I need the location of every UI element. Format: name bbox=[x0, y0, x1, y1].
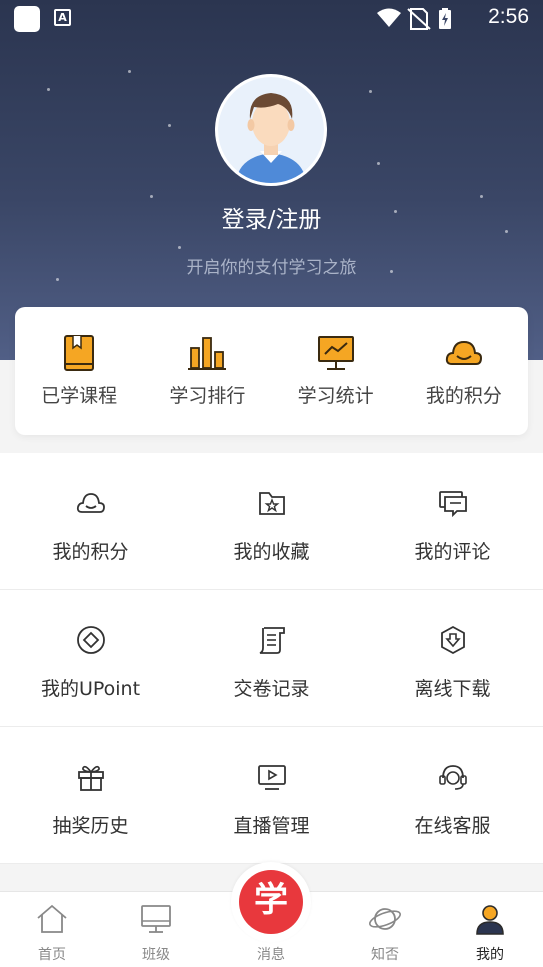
nav-item-mine[interactable]: 我的 bbox=[445, 892, 535, 967]
menu-row: 我的积分 我的收藏 我的评论 bbox=[0, 453, 543, 590]
book-icon bbox=[64, 335, 95, 371]
profile-header: A 2:56 登录/注册 开启你的支付学习之旅 bbox=[0, 0, 543, 360]
scroll-icon bbox=[259, 627, 285, 654]
status-icons bbox=[375, 7, 475, 35]
quick-item-learned-courses[interactable]: 已学课程 bbox=[15, 307, 143, 435]
menu-item-label: 我的UPoint bbox=[40, 678, 141, 700]
bar-chart-icon bbox=[188, 337, 227, 370]
comment-icon bbox=[438, 491, 467, 518]
status-time: 2:56 bbox=[488, 5, 529, 28]
login-register-link[interactable]: 登录/注册 bbox=[0, 200, 543, 234]
star-dot bbox=[150, 195, 153, 198]
gift-icon bbox=[77, 765, 104, 791]
menu-item-label: 在线客服 bbox=[414, 815, 491, 837]
diamond-coin-icon bbox=[76, 626, 105, 654]
menu-item-my-points[interactable]: 我的积分 bbox=[0, 453, 181, 589]
menu-item-label: 交卷记录 bbox=[233, 678, 310, 700]
star-dot bbox=[178, 246, 181, 249]
download-shield-icon bbox=[440, 625, 465, 655]
menu-item-label: 我的收藏 bbox=[233, 541, 310, 563]
star-dot bbox=[47, 88, 50, 91]
star-dot bbox=[369, 90, 372, 93]
menu-item-label: 我的积分 bbox=[52, 541, 129, 563]
menu-row: 抽奖历史 直播管理 在线客服 bbox=[0, 727, 543, 864]
nav-item-classes[interactable]: 班级 bbox=[111, 892, 201, 967]
quick-item-points[interactable]: 我的积分 bbox=[400, 307, 528, 435]
nav-label: 我的 bbox=[476, 947, 504, 963]
monitor-chart-icon bbox=[317, 336, 354, 370]
menu-item-label: 直播管理 bbox=[233, 815, 310, 837]
star-dot bbox=[377, 162, 380, 165]
menu-item-offline-download[interactable]: 离线下载 bbox=[362, 590, 543, 726]
menu-item-label: 抽奖历史 bbox=[52, 815, 129, 837]
menu-item-label: 我的评论 bbox=[414, 541, 491, 563]
nav-item-home[interactable]: 首页 bbox=[7, 892, 97, 967]
menu-item-label: 离线下载 bbox=[414, 678, 491, 700]
nav-item-messages[interactable]: 消息 bbox=[231, 944, 311, 964]
default-avatar-icon bbox=[218, 77, 324, 183]
star-dot bbox=[480, 195, 483, 198]
cloud-smile-icon bbox=[445, 340, 482, 365]
menu-item-lottery-history[interactable]: 抽奖历史 bbox=[0, 727, 181, 863]
menu-item-customer-service[interactable]: 在线客服 bbox=[362, 727, 543, 863]
menu-item-exam-records[interactable]: 交卷记录 bbox=[181, 590, 362, 726]
app-notification-icon bbox=[14, 6, 40, 32]
cloud-smile-icon bbox=[76, 493, 105, 513]
home-icon bbox=[37, 904, 67, 933]
quick-item-label: 已学课程 bbox=[41, 385, 118, 407]
profile-slogan: 开启你的支付学习之旅 bbox=[186, 258, 357, 278]
quick-item-ranking[interactable]: 学习排行 bbox=[143, 307, 271, 435]
study-logo-icon: 学 bbox=[239, 870, 303, 934]
nav-label: 知否 bbox=[371, 947, 399, 963]
menu-item-favorites[interactable]: 我的收藏 bbox=[181, 453, 362, 589]
quick-item-label: 学习排行 bbox=[169, 385, 246, 407]
quick-item-label: 我的积分 bbox=[425, 385, 502, 407]
quick-item-statistics[interactable]: 学习统计 bbox=[272, 307, 400, 435]
avatar[interactable] bbox=[215, 74, 327, 186]
planet-icon bbox=[369, 908, 401, 930]
menu-item-live-management[interactable]: 直播管理 bbox=[181, 727, 362, 863]
wifi-icon bbox=[377, 8, 401, 27]
menu-row: 我的UPoint 交卷记录 离线下载 bbox=[0, 590, 543, 727]
menu-grid: 我的积分 我的收藏 我的评论 我的UPoint 交卷记录 离线下载 抽奖历史 直… bbox=[0, 453, 543, 864]
nav-label: 班级 bbox=[142, 947, 170, 963]
star-dot bbox=[168, 124, 171, 127]
star-dot bbox=[56, 278, 59, 281]
quick-actions-card: 已学课程 学习排行 学习统计 我的积分 bbox=[15, 307, 528, 435]
video-play-icon bbox=[257, 765, 286, 790]
nav-label: 首页 bbox=[38, 947, 66, 963]
quick-item-label: 学习统计 bbox=[297, 385, 374, 407]
menu-item-comments[interactable]: 我的评论 bbox=[362, 453, 543, 589]
menu-item-upoint[interactable]: 我的UPoint bbox=[0, 590, 181, 726]
folder-star-icon bbox=[258, 492, 285, 515]
nav-item-zhifou[interactable]: 知否 bbox=[340, 892, 430, 967]
battery-charging-icon bbox=[439, 8, 451, 29]
star-dot bbox=[128, 70, 131, 73]
keyboard-a-icon: A bbox=[54, 9, 71, 26]
desktop-icon bbox=[141, 905, 171, 933]
headset-icon bbox=[438, 765, 467, 790]
no-sim-icon bbox=[407, 8, 431, 30]
status-bar: A 2:56 bbox=[0, 0, 543, 38]
user-icon bbox=[476, 905, 504, 935]
center-study-button[interactable]: 学 bbox=[231, 862, 311, 942]
